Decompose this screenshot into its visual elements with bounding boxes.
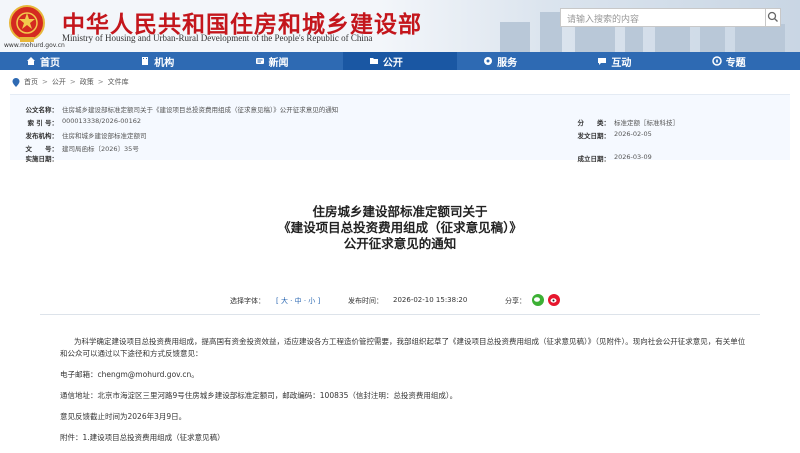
site-domain: www.mohurd.gov.cn	[4, 42, 65, 49]
meta-issue-date-label: 发文日期：	[577, 132, 611, 140]
font-size-selector[interactable]: [ 大 · 中 · 小 ]	[276, 296, 320, 306]
service-icon	[484, 57, 493, 65]
nav-service[interactable]: 服务	[457, 52, 571, 70]
article-body: 为科学确定建设项目总投资费用组成，提高国有资金投资效益，适应建设各方工程造价管控…	[60, 336, 750, 453]
meta-issuer-value: 住房和城乡建设部标准定额司	[62, 132, 147, 140]
breadcrumb-public[interactable]: 公开	[52, 77, 66, 87]
main-nav: 首页 机构 新闻 公开 服务 互动 专题	[0, 52, 800, 70]
topic-icon	[711, 56, 722, 66]
meta-publish-label: 成立日期：	[577, 155, 611, 163]
meta-doc-no-label: 文 号：	[25, 145, 59, 153]
search-button[interactable]	[765, 8, 781, 27]
nav-label: 专题	[725, 57, 746, 69]
search-input[interactable]: 请输入搜索的内容	[560, 8, 780, 27]
nav-label: 服务	[497, 57, 518, 69]
weibo-icon	[548, 294, 560, 306]
font-size-label: 选择字体：	[230, 297, 265, 305]
content-divider	[40, 314, 760, 315]
document-title-line1: 住房城乡建设部标准定额司关于	[312, 204, 488, 219]
nav-label: 机构	[154, 57, 175, 69]
meta-publish-value: 2026-03-09	[614, 153, 652, 161]
share-weibo-button[interactable]	[548, 294, 560, 308]
meta-category-label: 分 类：	[577, 119, 611, 127]
article-toolbar: 选择字体： [ 大 · 中 · 小 ] 发布时间： 2026-02-10 15:…	[0, 294, 800, 308]
paragraph-address: 通信地址：北京市海淀区三里河路9号住房城乡建设部标准定额司，邮政编码：10083…	[60, 391, 458, 400]
folder-icon	[369, 58, 378, 64]
breadcrumb-policy[interactable]: 政策	[80, 77, 94, 87]
search-icon	[767, 11, 778, 22]
national-emblem-icon	[9, 5, 45, 42]
meta-issue-date-value: 2026-02-05	[614, 130, 652, 138]
meta-index-value: 000013338/2026-00162	[62, 117, 141, 125]
breadcrumb-separator: >	[97, 78, 104, 86]
paragraph-deadline: 意见反馈截止时间为2026年3月9日。	[60, 412, 187, 421]
nav-public[interactable]: 公开	[342, 52, 458, 70]
breadcrumb: 首页 > 公开 > 政策 > 文件库	[0, 70, 800, 94]
nav-label: 新闻	[268, 57, 289, 69]
paragraph-attachment[interactable]: 附件：1.建设项目总投资费用组成（征求意见稿）	[60, 432, 750, 444]
share-label: 分享：	[505, 297, 526, 305]
share-wechat-button[interactable]	[532, 294, 544, 308]
publish-time-label: 发布时间：	[348, 297, 383, 305]
chat-icon	[598, 58, 607, 65]
meta-title-label: 公文名称：	[25, 106, 59, 114]
site-subtitle: Ministry of Housing and Urban-Rural Deve…	[62, 33, 373, 43]
building-icon	[142, 57, 149, 65]
meta-doc-no-value: 建司局函标〔2026〕35号	[62, 145, 139, 153]
breadcrumb-separator: >	[42, 78, 48, 86]
nav-news[interactable]: 新闻	[229, 52, 343, 70]
breadcrumb-home[interactable]: 首页	[24, 77, 38, 87]
document-title: 住房城乡建设部标准定额司关于 《建设项目总投资费用组成（征求意见稿）》 公开征求…	[0, 204, 800, 252]
nav-home[interactable]: 首页	[0, 52, 114, 70]
site-header: 中华人民共和国住房和城乡建设部 Ministry of Housing and …	[0, 0, 800, 52]
nav-label: 首页	[40, 57, 60, 69]
wechat-icon	[532, 294, 544, 306]
meta-title-value: 住房城乡建设部标准定额司关于《建设项目总投资费用组成（征求意见稿）》公开征求意见…	[62, 106, 339, 114]
paragraph-email: 电子邮箱：chengm@mohurd.gov.cn。	[60, 370, 199, 379]
meta-effective-label: 实施日期：	[25, 155, 59, 163]
nav-topic[interactable]: 专题	[686, 52, 800, 70]
meta-issuer-label: 发布机构：	[25, 132, 59, 140]
meta-category-value: 标准定额［标准科技］	[614, 119, 679, 127]
location-icon	[12, 77, 20, 87]
nav-interaction[interactable]: 互动	[571, 52, 685, 70]
publish-time-value: 2026-02-10 15:38:20	[393, 296, 468, 304]
document-title-line3: 公开征求意见的通知	[343, 236, 457, 251]
document-meta-panel: 公文名称： 住房城乡建设部标准定额司关于《建设项目总投资费用组成（征求意见稿）》…	[10, 94, 790, 163]
nav-label: 互动	[611, 57, 632, 69]
nav-label: 公开	[382, 57, 403, 69]
home-icon	[27, 57, 35, 65]
breadcrumb-library[interactable]: 文件库	[108, 77, 129, 87]
breadcrumb-separator: >	[69, 78, 76, 86]
document-title-line2: 《建设项目总投资费用组成（征求意见稿）》	[278, 220, 522, 235]
nav-organization[interactable]: 机构	[114, 52, 228, 70]
meta-index-label: 索 引 号：	[27, 119, 58, 127]
news-icon	[255, 58, 264, 64]
paragraph-intro: 为科学确定建设项目总投资费用组成，提高国有资金投资效益，适应建设各方工程造价管控…	[60, 337, 746, 358]
